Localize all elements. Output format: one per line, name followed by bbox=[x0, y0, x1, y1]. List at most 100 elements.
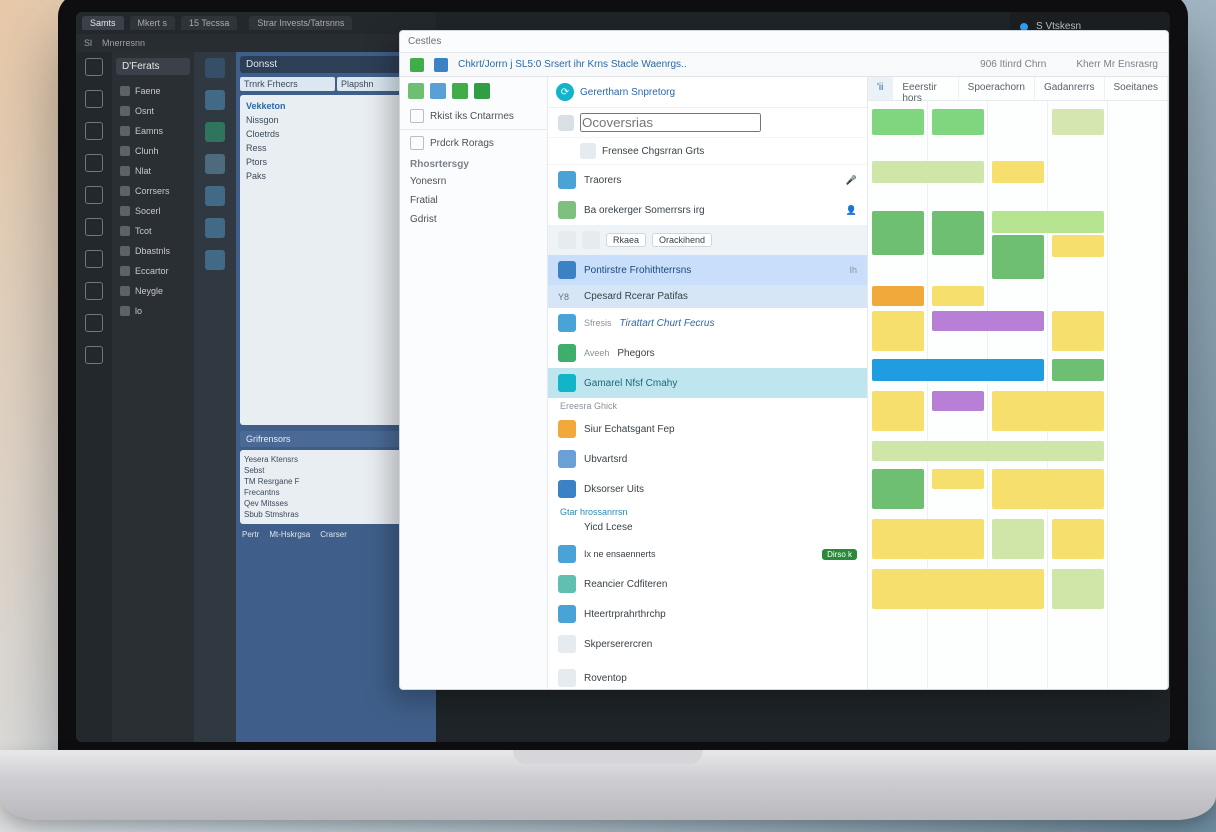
sidebar-item[interactable]: Faene bbox=[116, 81, 190, 101]
list-item[interactable]: Sfresis Tirattart Churt Fecrus bbox=[548, 308, 867, 338]
chip[interactable]: Orackihend bbox=[652, 233, 712, 247]
event-block[interactable] bbox=[932, 211, 984, 255]
event-block[interactable] bbox=[932, 391, 984, 411]
sidebar-item[interactable]: Clunh bbox=[116, 141, 190, 161]
left-item[interactable]: Yonesrn bbox=[400, 172, 547, 191]
toolbar-icon[interactable] bbox=[434, 58, 448, 72]
search-input[interactable] bbox=[580, 113, 761, 132]
event-block[interactable] bbox=[1052, 359, 1104, 381]
activity-icon[interactable] bbox=[85, 250, 103, 268]
tool-icon[interactable] bbox=[205, 186, 225, 206]
schedule-tab[interactable]: Eeerstir hors bbox=[893, 77, 958, 100]
list-item[interactable]: Dksorser Uits bbox=[548, 474, 867, 504]
event-block[interactable] bbox=[872, 359, 1044, 381]
sidebar-item[interactable]: Osnt bbox=[116, 101, 190, 121]
list-item[interactable]: Siur Echatsgant Fep bbox=[548, 414, 867, 444]
schedule-tab[interactable]: Gadanrerrs bbox=[1035, 77, 1105, 100]
event-block[interactable] bbox=[1052, 311, 1104, 351]
tool-icon[interactable] bbox=[205, 154, 225, 174]
event-block[interactable] bbox=[872, 211, 924, 255]
event-block[interactable] bbox=[932, 469, 984, 489]
event-block[interactable] bbox=[872, 469, 924, 509]
event-block[interactable] bbox=[992, 235, 1044, 279]
list-item[interactable]: Reancier Cdfiteren bbox=[548, 569, 867, 599]
event-block[interactable] bbox=[872, 161, 984, 183]
panel-tab[interactable]: Trnrk Frhecrs bbox=[240, 77, 335, 91]
left-item[interactable]: Gdrist bbox=[400, 210, 547, 229]
filter-icon[interactable] bbox=[430, 83, 446, 99]
event-block[interactable] bbox=[992, 469, 1104, 509]
list-item-selected[interactable]: Pontirstre Frohithterrsns Ih bbox=[548, 255, 867, 285]
schedule-tab[interactable]: Spoerachorn bbox=[959, 77, 1035, 100]
activity-icon[interactable] bbox=[85, 282, 103, 300]
sidebar-item[interactable]: Nlat bbox=[116, 161, 190, 181]
menu-item-2[interactable]: Mnerresnn bbox=[102, 38, 145, 48]
sidebar-item[interactable]: lo bbox=[116, 301, 190, 321]
list-link[interactable]: Gtar hrossanrrsn bbox=[548, 504, 867, 520]
editor-tab-1[interactable]: Samts bbox=[82, 16, 124, 30]
list-item[interactable]: Yicd Lcese bbox=[548, 520, 867, 535]
event-block[interactable] bbox=[992, 391, 1104, 431]
event-block[interactable] bbox=[872, 519, 984, 559]
left-item[interactable]: Fratial bbox=[400, 191, 547, 210]
schedule-grid[interactable] bbox=[868, 101, 1168, 689]
list-item-highlighted[interactable]: Gamarel Nfsf Cmahy bbox=[548, 368, 867, 398]
menu-item-1[interactable]: Sl bbox=[84, 38, 92, 48]
event-block[interactable] bbox=[992, 519, 1044, 559]
editor-tab-2[interactable]: Mkert s bbox=[130, 16, 176, 30]
event-block[interactable] bbox=[1052, 519, 1104, 559]
list-item[interactable]: Skperserercren bbox=[548, 629, 867, 659]
event-block[interactable] bbox=[1052, 109, 1104, 135]
chip[interactable]: Rkaea bbox=[606, 233, 646, 247]
schedule-tab[interactable]: 'ii bbox=[868, 77, 893, 100]
activity-icon[interactable] bbox=[85, 122, 103, 140]
tool-icon[interactable] bbox=[205, 218, 225, 238]
activity-icon[interactable] bbox=[85, 218, 103, 236]
event-block[interactable] bbox=[872, 391, 924, 431]
activity-icon[interactable] bbox=[85, 314, 103, 332]
tool-icon[interactable] bbox=[205, 90, 225, 110]
event-block[interactable] bbox=[932, 286, 984, 306]
list-item[interactable]: Y8 Cpesard Rcerar Patifas bbox=[548, 285, 867, 308]
list-item[interactable]: Ba orekerger Somerrsrs irg 👤 bbox=[548, 195, 867, 225]
activity-icon[interactable] bbox=[85, 346, 103, 364]
activity-icon[interactable] bbox=[85, 154, 103, 172]
event-block[interactable] bbox=[992, 211, 1104, 233]
list-item[interactable]: Ix ne ensaennerts Dirso k bbox=[548, 539, 867, 569]
left-item[interactable]: Prdcrk Rorags bbox=[400, 132, 547, 154]
activity-icon[interactable] bbox=[85, 186, 103, 204]
filter-icon[interactable] bbox=[474, 83, 490, 99]
sidebar-item[interactable]: Eamns bbox=[116, 121, 190, 141]
sidebar-item[interactable]: Neygle bbox=[116, 281, 190, 301]
list-item[interactable]: Aveeh Phegors bbox=[548, 338, 867, 368]
tool-icon[interactable] bbox=[205, 58, 225, 78]
sidebar-item[interactable]: Dbastnls bbox=[116, 241, 190, 261]
event-block[interactable] bbox=[932, 311, 1044, 331]
list-item[interactable]: Hteertrprahrthrchp bbox=[548, 599, 867, 629]
filter-icon[interactable] bbox=[408, 83, 424, 99]
list-item[interactable]: Ubvartsrd bbox=[548, 444, 867, 474]
filter-icon[interactable] bbox=[452, 83, 468, 99]
sidebar-item[interactable]: Eccartor bbox=[116, 261, 190, 281]
list-item[interactable]: Traorers 🎤 bbox=[548, 165, 867, 195]
schedule-tab[interactable]: Soeitanes bbox=[1105, 77, 1168, 100]
event-block[interactable] bbox=[1052, 569, 1104, 609]
event-block[interactable] bbox=[1052, 235, 1104, 257]
toolbar-icon[interactable] bbox=[410, 58, 424, 72]
editor-tab-4[interactable]: Strar Invests/Tatrsnns bbox=[249, 16, 352, 30]
editor-tab-3[interactable]: 15 Tecssa bbox=[181, 16, 237, 30]
event-block[interactable] bbox=[872, 441, 1104, 461]
event-block[interactable] bbox=[872, 286, 924, 306]
event-block[interactable] bbox=[872, 569, 1044, 609]
activity-icon[interactable] bbox=[85, 58, 103, 76]
tool-icon[interactable] bbox=[205, 250, 225, 270]
event-block[interactable] bbox=[932, 109, 984, 135]
list-item[interactable]: Roventop bbox=[548, 663, 867, 690]
tool-icon[interactable] bbox=[205, 122, 225, 142]
event-block[interactable] bbox=[872, 311, 924, 351]
event-block[interactable] bbox=[872, 109, 924, 135]
activity-icon[interactable] bbox=[85, 90, 103, 108]
event-block[interactable] bbox=[992, 161, 1044, 183]
search-icon[interactable]: ⟳ bbox=[556, 83, 574, 101]
sidebar-item[interactable]: Tcot bbox=[116, 221, 190, 241]
